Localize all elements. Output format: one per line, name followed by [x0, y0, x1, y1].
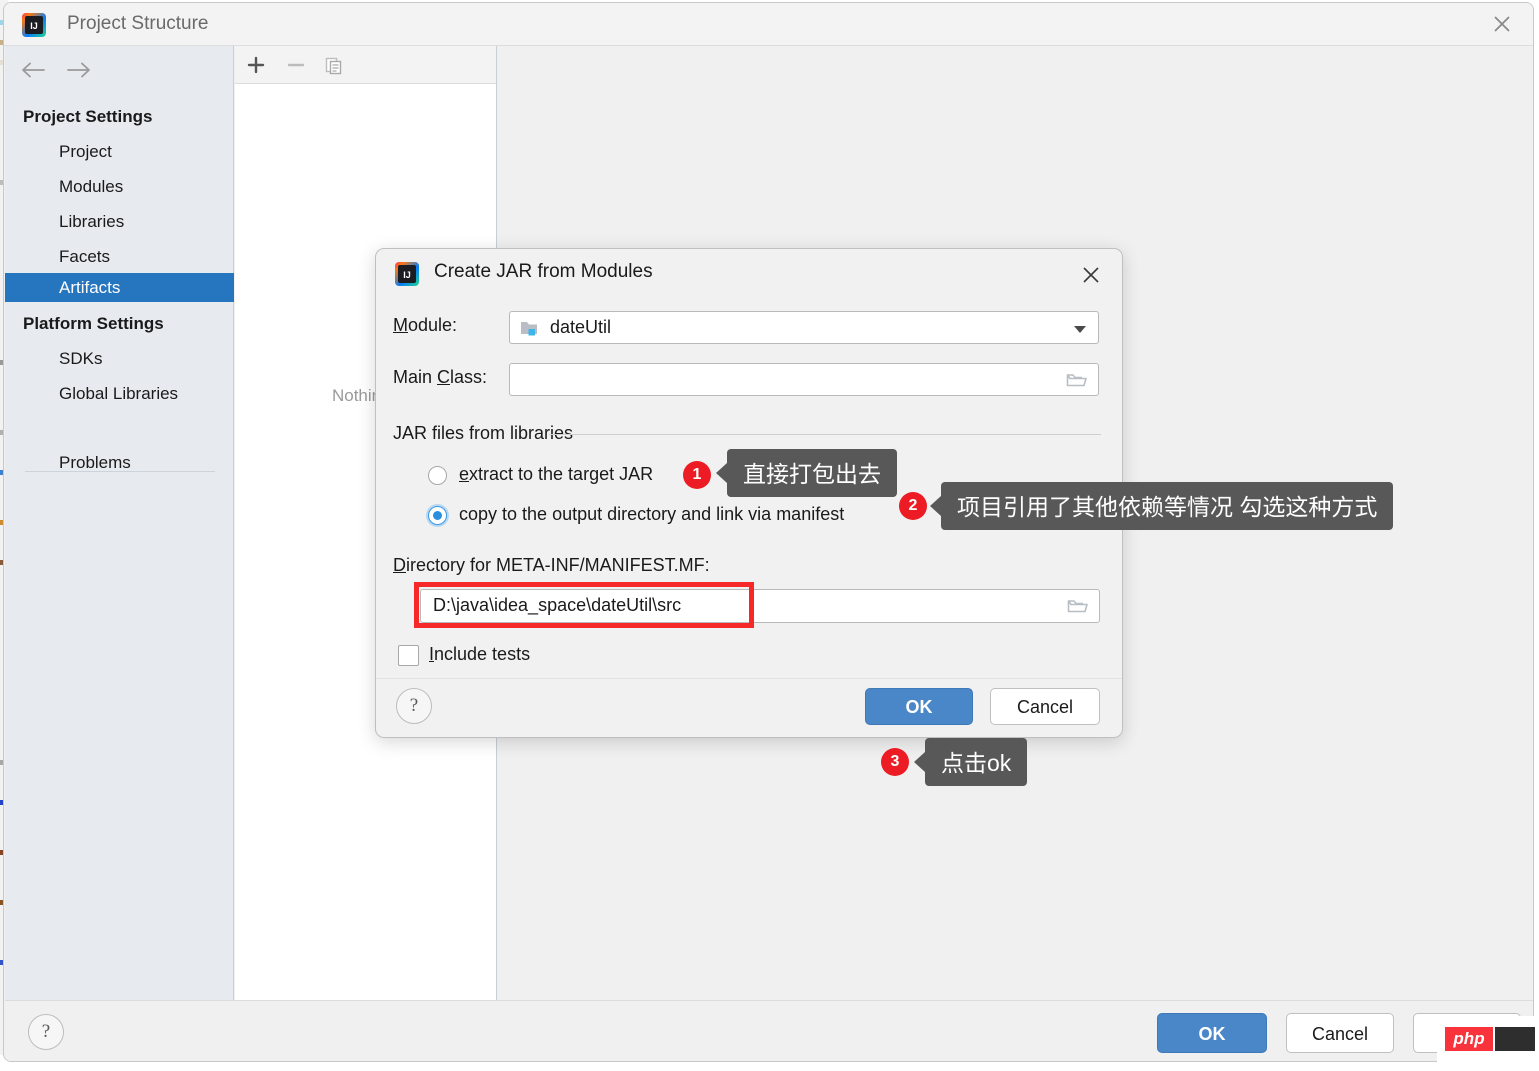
radio-extract-label: extract to the target JAR: [459, 464, 653, 485]
sidebar-item-libraries[interactable]: Libraries: [5, 207, 234, 236]
window-footer: ? OK Cancel Apply: [5, 1000, 1533, 1061]
radio-copy-a: copy t: [459, 504, 508, 524]
settings-sidebar: Project Settings Project Modules Librari…: [5, 46, 234, 1001]
cancel-button[interactable]: Cancel: [1286, 1013, 1394, 1053]
sidebar-item-facets[interactable]: Facets: [5, 242, 234, 271]
sidebar-item-artifacts[interactable]: Artifacts: [5, 273, 234, 302]
checkbox-indicator[interactable]: [398, 645, 419, 666]
folder-open-icon[interactable]: [1066, 371, 1090, 391]
sidebar-item-problems[interactable]: Problems: [5, 448, 234, 477]
screen-root: IJ Project Structure Project Settings Pr…: [0, 0, 1539, 1071]
radio-extract-rest: xtract to the target JAR: [469, 464, 654, 484]
chevron-down-icon[interactable]: [1074, 326, 1086, 333]
php-watermark: php: [1437, 1016, 1537, 1062]
main-class-label-mnemonic: C: [437, 367, 451, 387]
folder-open-icon[interactable]: [1067, 597, 1091, 617]
navigation-arrows: [15, 54, 97, 86]
manifest-directory-label: Directory for META-INF/MANIFEST.MF:: [393, 555, 710, 576]
main-class-input[interactable]: [509, 363, 1099, 396]
intellij-idea-icon: IJ: [22, 13, 46, 37]
radio-indicator[interactable]: [428, 466, 447, 485]
module-label-rest: odule:: [408, 315, 458, 335]
module-select-value: dateUtil: [550, 317, 612, 337]
module-select[interactable]: dateUtil: [509, 311, 1099, 344]
sidebar-item-global-libraries[interactable]: Global Libraries: [5, 379, 234, 408]
sidebar-group-project-settings: Project Settings: [23, 107, 153, 126]
minus-icon: [281, 50, 311, 80]
arrow-right-icon[interactable]: [61, 54, 97, 86]
sidebar-item-modules[interactable]: Modules: [5, 172, 234, 201]
dialog-titlebar: IJ Create JAR from Modules: [376, 249, 1122, 301]
annotation-callout-3: 点击ok: [913, 738, 1028, 786]
close-icon[interactable]: [1481, 8, 1523, 40]
main-class-label: Main Class:: [393, 367, 487, 388]
dialog-help-button[interactable]: ?: [396, 688, 432, 724]
manifest-directory-value: D:\java\idea_space\dateUtil\src: [433, 595, 682, 615]
dialog-footer-divider: [376, 678, 1122, 679]
module-label: Module:: [393, 315, 457, 336]
window-titlebar: IJ Project Structure: [4, 3, 1533, 46]
module-label-mnemonic: M: [393, 315, 408, 335]
intellij-idea-icon: IJ: [395, 262, 419, 286]
jar-files-section-line: [549, 434, 1101, 435]
page-title: Project Structure: [67, 13, 209, 34]
radio-copy-rest: o the output directory and link via mani…: [507, 504, 845, 524]
php-logo-icon: php: [1445, 1027, 1493, 1051]
annotation-callout-1: 直接打包出去: [716, 449, 897, 497]
radio-copy-label: copy to the output directory and link vi…: [459, 504, 844, 525]
radio-indicator[interactable]: [428, 506, 447, 525]
radio-extract-mnemonic: e: [459, 464, 470, 484]
main-class-label-a: Main: [393, 367, 438, 387]
sidebar-item-project[interactable]: Project: [5, 137, 234, 166]
annotation-badge-3: 3: [881, 748, 909, 776]
annotation-callout-2: 项目引用了其他依赖等情况 勾选这种方式: [929, 482, 1394, 530]
artifacts-toolbar: [235, 46, 496, 84]
arrow-left-icon[interactable]: [15, 54, 51, 86]
module-folder-icon: [520, 319, 540, 337]
dialog-cancel-button[interactable]: Cancel: [990, 688, 1100, 725]
annotation-badge-1: 1: [683, 461, 711, 489]
main-class-label-c: lass:: [450, 367, 488, 387]
plus-icon[interactable]: [241, 50, 271, 80]
include-tests-label: Include tests: [429, 644, 530, 665]
dialog-title: Create JAR from Modules: [434, 261, 653, 282]
ok-button[interactable]: OK: [1157, 1013, 1267, 1053]
watermark-text-block: [1495, 1027, 1535, 1051]
close-icon[interactable]: [1074, 259, 1108, 291]
manifest-directory-input[interactable]: D:\java\idea_space\dateUtil\src: [420, 589, 1100, 623]
help-button[interactable]: ?: [28, 1014, 64, 1050]
include-tests-rest: nclude tests: [434, 644, 531, 664]
sidebar-group-platform-settings: Platform Settings: [23, 314, 164, 333]
manifest-label-rest: irectory for META-INF/MANIFEST.MF:: [406, 555, 710, 575]
annotation-badge-2: 2: [899, 492, 927, 520]
sidebar-item-sdks[interactable]: SDKs: [5, 344, 234, 373]
manifest-label-mnemonic: D: [393, 555, 406, 575]
copy-icon: [319, 50, 349, 80]
dialog-ok-button[interactable]: OK: [865, 688, 973, 725]
